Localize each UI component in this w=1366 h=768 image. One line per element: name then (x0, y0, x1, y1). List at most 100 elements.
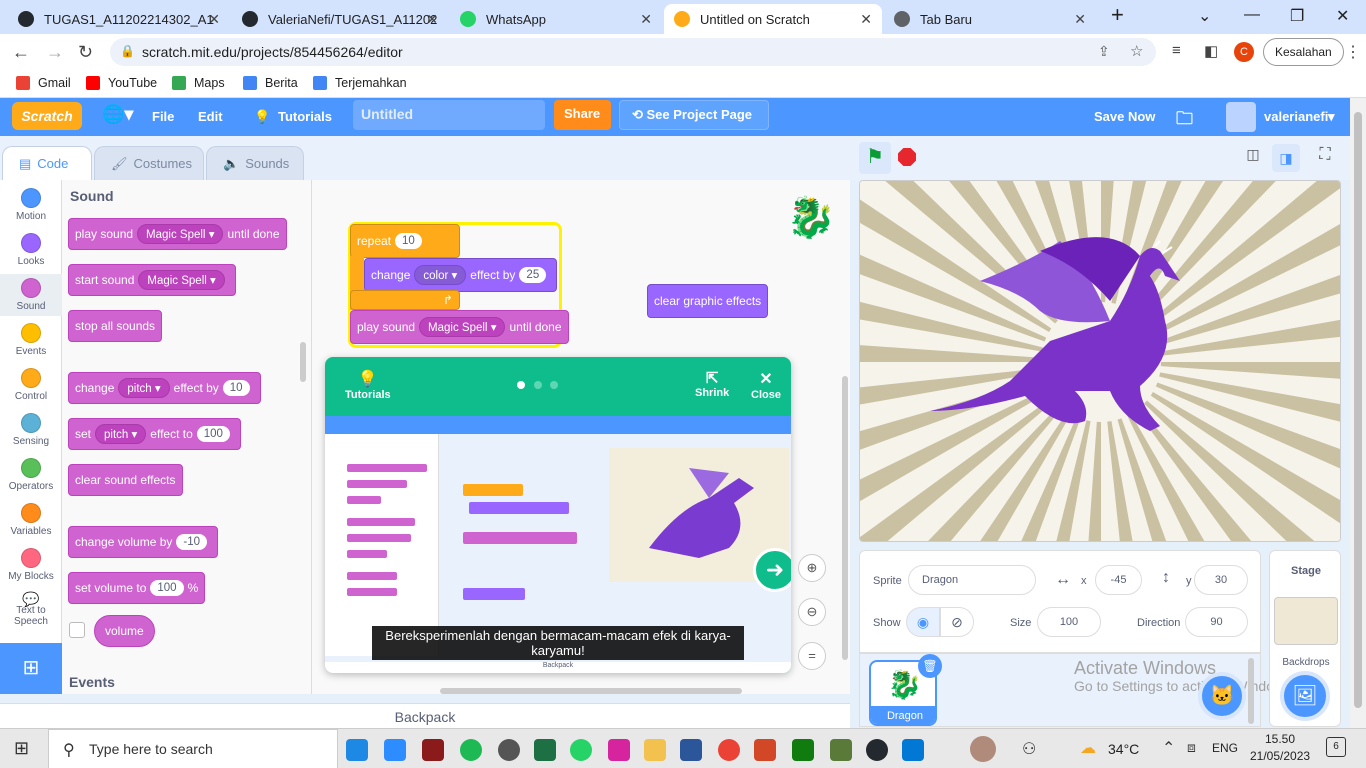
number-input[interactable]: 100 (196, 426, 230, 442)
backpack[interactable]: Backpack (0, 703, 850, 729)
category-looks[interactable]: Looks (0, 233, 62, 267)
green-flag-icon[interactable]: ⚑ (859, 142, 891, 174)
number-input[interactable]: 100 (150, 580, 184, 596)
back-icon[interactable]: ← (12, 42, 30, 63)
add-extension-button[interactable]: ⊞ (0, 643, 62, 694)
maximize-icon[interactable]: ❐ (1290, 6, 1304, 26)
small-stage-icon[interactable]: ◫ (1240, 146, 1266, 170)
chevron-up-icon[interactable]: ⌃ (1162, 738, 1175, 758)
y-input[interactable]: 30 (1194, 565, 1248, 595)
sourcetree-icon[interactable] (830, 739, 852, 761)
file-explorer-icon[interactable] (644, 739, 666, 761)
sidepanel-icon[interactable]: ◧ (1204, 42, 1218, 60)
browser-tab-2[interactable]: ValeriaNefi/TUGAS1_A11202 ✕ (232, 4, 448, 34)
shrink-button[interactable]: ⇱ Shrink (695, 369, 729, 399)
user-photo-icon[interactable] (970, 736, 996, 762)
scrollbar-thumb[interactable] (1354, 112, 1362, 708)
url-input[interactable]: 🔒 scratch.mit.edu/projects/854456264/edi… (110, 38, 1156, 66)
show-visible-eye-icon[interactable]: ◉ (906, 607, 940, 637)
telegram-icon[interactable] (346, 739, 368, 761)
bookmark-berita[interactable]: Berita (243, 76, 298, 90)
effect-dropdown[interactable]: color ▾ (414, 265, 467, 285)
tab-sounds[interactable]: 🔈 Sounds (206, 146, 304, 180)
tab-costumes[interactable]: 🖌 Costumes (94, 146, 204, 180)
block-repeat[interactable]: repeat 10 (350, 224, 460, 258)
language-indicator[interactable]: ENG (1212, 741, 1238, 755)
direction-input[interactable]: 90 (1185, 607, 1248, 637)
windows-start-icon[interactable]: ⊞ (14, 738, 29, 759)
category-variables[interactable]: Variables (0, 503, 62, 537)
close-icon[interactable]: ✕ (208, 11, 220, 28)
browser-tab-3[interactable]: WhatsApp ✕ (450, 4, 662, 34)
script-vscrollbar[interactable] (842, 376, 848, 660)
block-volume-reporter[interactable]: volume (94, 615, 155, 647)
category-control[interactable]: Control (0, 368, 62, 402)
category-sensing[interactable]: Sensing (0, 413, 62, 447)
block-set-volume[interactable]: set volume to 100% (68, 572, 206, 604)
next-step-arrow-icon[interactable]: ➜ (753, 548, 791, 592)
share-button[interactable]: Share (554, 100, 611, 130)
fullscreen-icon[interactable]: ⛶ (1312, 146, 1338, 170)
instagram-icon[interactable] (608, 739, 630, 761)
block-clear-sound-effects[interactable]: clear sound effects (68, 464, 183, 496)
network-icon[interactable]: ⧈ (1187, 739, 1196, 756)
whatsapp-icon[interactable] (570, 739, 592, 761)
reload-icon[interactable]: ↻ (78, 42, 93, 63)
close-icon[interactable]: ✕ (426, 11, 438, 28)
sprite-name-input[interactable]: Dragon (908, 565, 1036, 595)
stage-selector[interactable]: Stage Backdrops 🖼 (1269, 550, 1341, 727)
browser-tab-5[interactable]: Tab Baru ✕ (884, 4, 1096, 34)
zoom-icon[interactable] (384, 739, 406, 761)
minimize-icon[interactable]: — (1244, 6, 1260, 24)
category-motion[interactable]: Motion (0, 188, 62, 222)
star-icon[interactable]: ☆ (1130, 42, 1143, 60)
block-clear-graphic-effects[interactable]: clear graphic effects (647, 284, 769, 318)
close-button[interactable]: ✕ Close (751, 369, 781, 401)
close-icon[interactable]: ✕ (640, 11, 652, 28)
profile-avatar[interactable]: C (1234, 42, 1254, 62)
share-icon[interactable]: ⇪ (1098, 43, 1110, 60)
zoom-reset-icon[interactable]: = (798, 642, 826, 670)
excel-icon[interactable] (534, 739, 556, 761)
close-window-icon[interactable]: ✕ (1336, 6, 1349, 26)
hide-eye-slash-icon[interactable]: ⊘ (940, 607, 974, 637)
user-avatar[interactable] (1226, 102, 1256, 132)
github-desktop-icon[interactable] (866, 739, 888, 761)
word-icon[interactable] (680, 739, 702, 761)
weather-temp[interactable]: 34°C (1108, 741, 1139, 757)
tutorials-menu[interactable]: Tutorials (278, 109, 332, 124)
save-now-button[interactable]: Save Now (1094, 109, 1155, 124)
effect-dropdown[interactable]: pitch ▾ (95, 424, 147, 444)
forward-icon[interactable]: → (46, 42, 64, 63)
clock-date[interactable]: 21/05/2023 (1250, 749, 1310, 763)
chevron-down-icon[interactable]: ⌄ (1198, 6, 1211, 26)
block-change-effect[interactable]: change pitch ▾ effect by 10 (68, 372, 261, 404)
browser-tab-1[interactable]: TUGAS1_A11202214302_A11 ✕ (8, 4, 230, 34)
block-stop-all-sounds[interactable]: stop all sounds (68, 310, 163, 342)
bookmark-maps[interactable]: Maps (172, 76, 225, 90)
close-icon[interactable]: ✕ (1074, 11, 1086, 28)
x-input[interactable]: -45 (1095, 565, 1142, 595)
vscode-icon[interactable] (902, 739, 924, 761)
sprite-list-scrollbar[interactable] (1248, 658, 1254, 724)
clock-time[interactable]: 15.50 (1254, 732, 1306, 746)
category-text-to-speech[interactable]: 💬 Text to Speech (0, 592, 62, 627)
kebab-menu-icon[interactable]: ⋮ (1345, 42, 1361, 62)
page-scrollbar[interactable] (1350, 98, 1366, 728)
category-sound[interactable]: Sound (0, 274, 62, 316)
category-events[interactable]: Events (0, 323, 62, 357)
sound-dropdown[interactable]: Magic Spell ▾ (419, 317, 506, 337)
globe-icon[interactable]: 🌐▾ (102, 104, 133, 125)
add-backdrop-icon[interactable]: 🖼 (1280, 671, 1330, 721)
spotify-icon[interactable] (460, 739, 482, 761)
category-operators[interactable]: Operators (0, 458, 62, 492)
delete-sprite-icon[interactable]: 🗑 (918, 654, 942, 678)
scratch-logo[interactable]: Scratch (12, 102, 82, 130)
bookmark-youtube[interactable]: YouTube (86, 76, 157, 90)
sound-dropdown[interactable]: Magic Spell ▾ (137, 224, 224, 244)
block-set-effect[interactable]: set pitch ▾ effect to 100 (68, 418, 241, 450)
stop-icon[interactable] (898, 148, 916, 166)
media-player-icon[interactable] (498, 739, 520, 761)
palette-scrollbar[interactable] (300, 342, 306, 382)
tutorial-video[interactable]: ➜ Bereksperimenlah dengan bermacam-macam… (325, 416, 791, 673)
